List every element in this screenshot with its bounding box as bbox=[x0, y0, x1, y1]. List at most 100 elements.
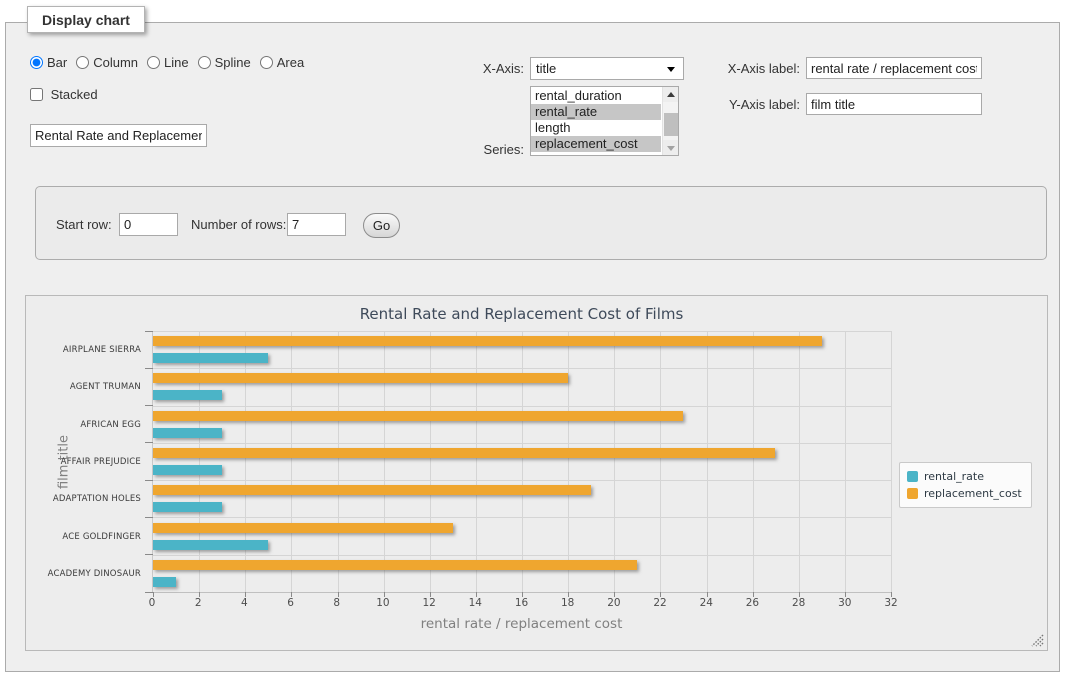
bar-group bbox=[153, 555, 891, 592]
page: Display chart BarColumnLineSplineArea St… bbox=[0, 0, 1081, 681]
chart-type-radio-column[interactable] bbox=[76, 56, 89, 69]
series-option-rental_duration[interactable]: rental_duration bbox=[531, 88, 661, 104]
chart-type-option-line: Line bbox=[147, 55, 189, 70]
x-tick-label: 28 bbox=[792, 597, 805, 609]
x-tick-label: 22 bbox=[653, 597, 666, 609]
series-option-rental_rate[interactable]: rental_rate bbox=[531, 104, 661, 120]
rows-panel: Start row: Number of rows: Go bbox=[35, 186, 1047, 260]
triangle-up-icon bbox=[667, 92, 675, 97]
bar-rental_rate[interactable] bbox=[153, 577, 176, 587]
bar-group bbox=[153, 480, 891, 517]
bar-replacement_cost[interactable] bbox=[153, 448, 775, 458]
chart-type-option-bar: Bar bbox=[30, 55, 67, 70]
chart-type-radio-spline[interactable] bbox=[198, 56, 211, 69]
x-tick-label: 16 bbox=[515, 597, 528, 609]
x-tick-label: 30 bbox=[838, 597, 851, 609]
bar-group bbox=[153, 406, 891, 443]
bar-group bbox=[153, 443, 891, 480]
chart-type-radio-line[interactable] bbox=[147, 56, 160, 69]
stacked-label: Stacked bbox=[30, 87, 98, 102]
chart-legend: rental_rate replacement_cost bbox=[899, 462, 1032, 508]
chart-title: Rental Rate and Replacement Cost of Film… bbox=[152, 305, 891, 323]
bar-replacement_cost[interactable] bbox=[153, 411, 683, 421]
chart-type-radio-group: Bar Column Line Spline Area bbox=[30, 55, 313, 70]
series-scrollbar[interactable] bbox=[662, 87, 678, 155]
bar-rental_rate[interactable] bbox=[153, 540, 268, 550]
legend-item-replacement_cost[interactable]: replacement_cost bbox=[907, 485, 1022, 502]
bar-replacement_cost[interactable] bbox=[153, 560, 637, 570]
bar-rental_rate[interactable] bbox=[153, 390, 222, 400]
chart-title-input[interactable] bbox=[30, 124, 207, 147]
chart-type-radio-label: Bar bbox=[47, 55, 67, 70]
chart-type-option-area: Area bbox=[260, 55, 304, 70]
stacked-checkbox[interactable] bbox=[30, 88, 43, 101]
y-axis-tick bbox=[145, 592, 153, 593]
category-label: AFFAIR PREJUDICE bbox=[26, 443, 141, 480]
number-of-rows-input[interactable] bbox=[287, 213, 346, 236]
scrollbar-thumb[interactable] bbox=[664, 113, 678, 136]
bar-rental_rate[interactable] bbox=[153, 353, 268, 363]
x-tick-label: 0 bbox=[149, 597, 156, 609]
chart-type-radio-label: Area bbox=[277, 55, 304, 70]
start-row-input[interactable] bbox=[119, 213, 178, 236]
scroll-down-button[interactable] bbox=[663, 140, 679, 155]
bar-rental_rate[interactable] bbox=[153, 465, 222, 475]
x-tick-label: 8 bbox=[333, 597, 340, 609]
scroll-up-button[interactable] bbox=[663, 87, 679, 102]
chart-type-radio-area[interactable] bbox=[260, 56, 273, 69]
y-axis-tick bbox=[145, 442, 153, 443]
legend-item-rental_rate[interactable]: rental_rate bbox=[907, 468, 1022, 485]
x-axis-title: rental rate / replacement cost bbox=[152, 616, 891, 632]
x-tick-label: 6 bbox=[287, 597, 294, 609]
x-tick-label: 18 bbox=[561, 597, 574, 609]
stacked-row: Stacked bbox=[30, 87, 98, 102]
bar-replacement_cost[interactable] bbox=[153, 485, 591, 495]
x-axis-label-input[interactable] bbox=[806, 57, 982, 79]
bar-rental_rate[interactable] bbox=[153, 428, 222, 438]
chart-type-option-spline: Spline bbox=[198, 55, 251, 70]
series-listbox-options: rental_durationrental_ratelengthreplacem… bbox=[531, 88, 661, 152]
number-of-rows-label: Number of rows: bbox=[191, 217, 286, 232]
series-option-length[interactable]: length bbox=[531, 120, 661, 136]
resize-handle-icon[interactable] bbox=[1031, 634, 1044, 647]
y-axis-tick bbox=[145, 554, 153, 555]
y-axis-tick bbox=[145, 517, 153, 518]
start-row-label: Start row: bbox=[56, 217, 112, 232]
x-axis-label-label: X-Axis label: bbox=[700, 61, 800, 76]
bar-replacement_cost[interactable] bbox=[153, 336, 822, 346]
y-axis-tick bbox=[145, 405, 153, 406]
chevron-down-icon bbox=[667, 67, 675, 72]
category-label: AIRPLANE SIERRA bbox=[26, 331, 141, 368]
x-axis-select[interactable]: title bbox=[530, 57, 684, 80]
x-tick-label: 2 bbox=[195, 597, 202, 609]
x-axis-select-label: X-Axis: bbox=[430, 61, 524, 76]
series-listbox[interactable]: rental_durationrental_ratelengthreplacem… bbox=[530, 86, 679, 156]
plot-rows bbox=[153, 331, 891, 592]
gridline-vertical bbox=[891, 331, 892, 592]
legend-label: rental_rate bbox=[924, 470, 984, 483]
x-tick-label: 4 bbox=[241, 597, 248, 609]
x-tick-label: 24 bbox=[700, 597, 713, 609]
chart-type-radio-label: Column bbox=[93, 55, 138, 70]
x-tick-label: 20 bbox=[607, 597, 620, 609]
x-tick-label: 10 bbox=[376, 597, 389, 609]
x-axis-selected-value: title bbox=[536, 61, 556, 76]
category-label: AGENT TRUMAN bbox=[26, 368, 141, 405]
bar-replacement_cost[interactable] bbox=[153, 373, 568, 383]
category-label: ACADEMY DINOSAUR bbox=[26, 556, 141, 593]
go-button[interactable]: Go bbox=[363, 213, 400, 238]
category-label: AFRICAN EGG bbox=[26, 406, 141, 443]
x-tick-label: 26 bbox=[746, 597, 759, 609]
chart-type-option-column: Column bbox=[76, 55, 138, 70]
bar-replacement_cost[interactable] bbox=[153, 523, 453, 533]
category-labels: AIRPLANE SIERRAAGENT TRUMANAFRICAN EGGAF… bbox=[26, 331, 141, 593]
series-option-replacement_cost[interactable]: replacement_cost bbox=[531, 136, 661, 152]
bar-group bbox=[153, 517, 891, 554]
chart-panel: Rental Rate and Replacement Cost of Film… bbox=[25, 295, 1048, 651]
bar-rental_rate[interactable] bbox=[153, 502, 222, 512]
chart-type-radio-bar[interactable] bbox=[30, 56, 43, 69]
x-tick-labels: 02468101214161820222426283032 bbox=[152, 597, 891, 611]
y-axis-tick bbox=[145, 480, 153, 481]
y-axis-label-input[interactable] bbox=[806, 93, 982, 115]
chart-type-radio-label: Spline bbox=[215, 55, 251, 70]
